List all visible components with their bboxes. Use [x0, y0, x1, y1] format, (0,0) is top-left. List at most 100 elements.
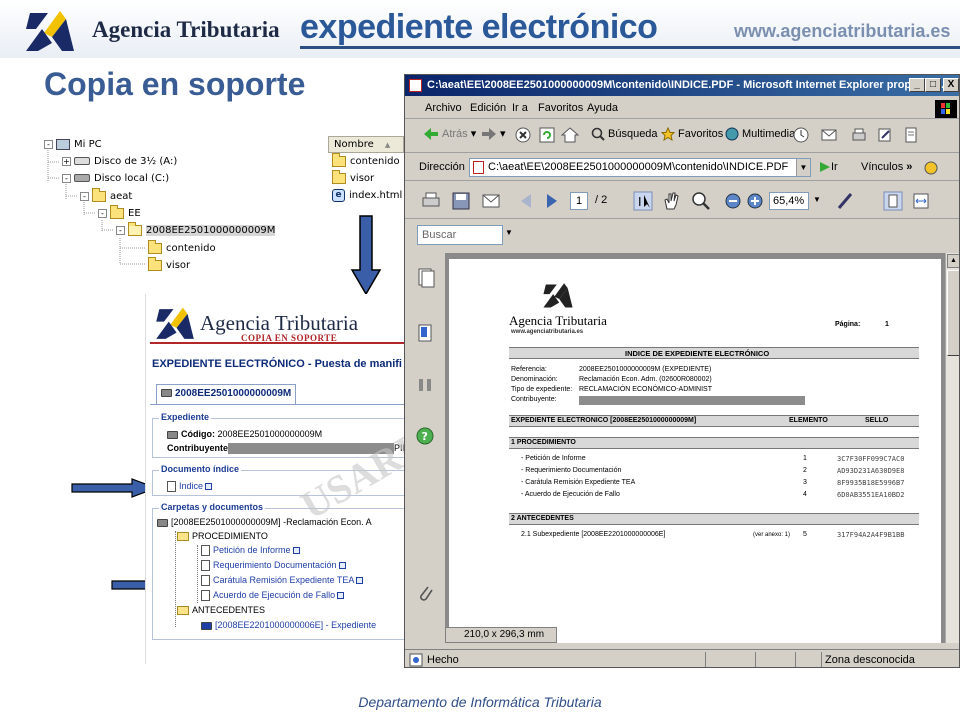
fit-width-icon[interactable] — [911, 191, 931, 211]
attachment-icon[interactable] — [415, 583, 435, 605]
document-icon[interactable] — [903, 127, 919, 143]
back-button[interactable]: Atrás ▾ — [423, 127, 476, 141]
hand-tool-icon[interactable] — [661, 191, 681, 211]
collapse-toggle[interactable]: - — [44, 139, 53, 149]
multimedia-button[interactable]: Multimedia — [725, 127, 795, 141]
tree-node-ee[interactable]: - EE — [98, 204, 141, 221]
multimedia-icon — [725, 127, 739, 141]
field-label: Referencia: — [511, 366, 547, 373]
pen-tool-icon[interactable] — [835, 191, 855, 211]
search-button[interactable]: Búsqueda — [591, 127, 658, 141]
carpeta-root[interactable]: [2008EE2501000000009M] -Reclamación Econ… — [157, 517, 372, 527]
refresh-icon[interactable] — [539, 127, 555, 143]
menu-bar: Archivo Edición Ir a Favoritos Ayuda — [405, 99, 959, 119]
section-title: Carpetas y documentos — [159, 502, 266, 512]
expand-toggle[interactable]: + — [62, 156, 71, 166]
zoom-level-input[interactable]: 65,4% — [769, 192, 809, 210]
doc-acuerdo[interactable]: Acuerdo de Ejecución de Fallo — [201, 590, 345, 602]
page-number-input[interactable]: 1 — [570, 192, 588, 210]
edit-icon[interactable] — [877, 127, 893, 143]
folder-antecedentes[interactable]: ANTECEDENTES — [177, 605, 265, 616]
file-item-contenido[interactable]: contenido — [328, 152, 404, 170]
stop-icon[interactable] — [515, 127, 531, 143]
tree-node-label: aeat — [110, 191, 133, 202]
file-item-visor[interactable]: visor — [328, 169, 404, 187]
file-list[interactable]: Nombre ▲ contenido visor e index.html — [328, 136, 404, 212]
vertical-scrollbar[interactable]: ▲ — [945, 253, 959, 643]
tree-node-contenido[interactable]: contenido — [148, 239, 216, 256]
doc-peticion-informe[interactable]: Petición de Informe — [201, 545, 300, 557]
row-element: 2 — [803, 467, 807, 474]
signatures-panel-icon[interactable] — [415, 373, 435, 395]
tree-node-mi-pc[interactable]: - Mi PC — [44, 138, 102, 152]
status-divider — [821, 652, 822, 667]
document-icon — [201, 590, 210, 602]
save-icon[interactable] — [451, 191, 471, 211]
fit-page-icon[interactable] — [883, 191, 903, 211]
zoom-tool-icon[interactable] — [691, 191, 711, 211]
folder-procedimiento[interactable]: PROCEDIMIENTO — [177, 531, 268, 542]
close-button[interactable]: X — [943, 78, 959, 92]
history-icon[interactable] — [793, 127, 809, 143]
collapse-toggle[interactable]: - — [80, 191, 89, 201]
column-header-nombre[interactable]: Nombre ▲ — [328, 136, 404, 153]
zoom-in-icon[interactable] — [745, 191, 765, 211]
menu-edicion[interactable]: Edición — [470, 102, 506, 114]
next-page-icon[interactable] — [541, 191, 561, 211]
forward-button[interactable]: ▾ — [481, 127, 506, 141]
expediente-portal: Agencia Tributaria COPIA EN SOPORTE EXPE… — [145, 294, 407, 664]
folder-label: PROCEDIMIENTO — [192, 531, 268, 541]
dropdown-arrow-icon[interactable]: ▼ — [796, 159, 810, 176]
file-item-index-html[interactable]: e index.html — [328, 187, 404, 204]
document-icon — [201, 560, 210, 572]
collapse-toggle[interactable]: - — [98, 208, 107, 218]
favorites-button[interactable]: Favoritos — [661, 127, 723, 141]
print-icon[interactable] — [421, 191, 441, 211]
menu-favoritos[interactable]: Favoritos — [538, 102, 583, 114]
menu-archivo[interactable]: Archivo — [425, 102, 462, 114]
bookmarks-panel-icon[interactable] — [415, 323, 435, 345]
tree-node-aeat[interactable]: - aeat — [80, 187, 133, 204]
tab-expediente[interactable]: 2008EE2501000000009M — [156, 384, 296, 404]
minimize-button[interactable]: _ — [909, 78, 925, 92]
menu-ayuda[interactable]: Ayuda — [587, 102, 618, 114]
norton-icon[interactable] — [923, 160, 939, 176]
pdf-viewport[interactable]: Agencia Tributaria www.agenciatributaria… — [445, 253, 945, 643]
table-header-col3: SELLO — [865, 417, 889, 424]
tab-label: 2008EE2501000000009M — [175, 388, 292, 399]
zoom-out-icon[interactable] — [723, 191, 743, 211]
collapse-toggle[interactable]: - — [62, 173, 71, 183]
pdf-sidebar: ? — [405, 253, 445, 643]
home-icon[interactable] — [561, 127, 579, 143]
scroll-up-icon[interactable]: ▲ — [947, 254, 959, 268]
go-button[interactable]: Ir — [819, 161, 838, 173]
scrollbar-thumb[interactable] — [947, 270, 959, 356]
email-icon[interactable] — [481, 191, 501, 211]
search-input[interactable]: Buscar — [417, 225, 503, 245]
previous-page-icon[interactable] — [517, 191, 537, 211]
collapse-toggle[interactable]: - — [116, 225, 125, 235]
tree-node-disco-local[interactable]: - Disco local (C:) — [62, 172, 169, 186]
tree-node-floppy[interactable]: + Disco de 3½ (A:) — [62, 155, 177, 169]
select-text-icon[interactable]: I — [633, 191, 653, 211]
doc-requerimiento[interactable]: Requerimiento Documentación — [201, 560, 346, 572]
doc-caratula[interactable]: Carátula Remisión Expediente TEA — [201, 575, 364, 587]
folder-tree[interactable]: - Mi PC + Disco de 3½ (A:) - Disco local (C… — [40, 132, 316, 276]
subexpediente-link[interactable]: [2008EE2201000000006E] - Expediente — [201, 620, 376, 630]
tree-node-visor[interactable]: visor — [148, 256, 190, 273]
search-dropdown-icon[interactable]: ▼ — [505, 228, 513, 237]
address-input[interactable]: C:\aeat\EE\2008EE2501000000009M\contenid… — [469, 158, 811, 177]
page-total: / 2 — [595, 194, 608, 206]
links-button[interactable]: Vínculos » — [861, 161, 912, 173]
window-titlebar[interactable]: C:\aeat\EE\2008EE2501000000009M\contenid… — [405, 75, 959, 96]
zoom-dropdown-icon[interactable]: ▼ — [813, 195, 821, 204]
tree-node-expediente[interactable]: - 2008EE2501000000009M — [116, 221, 276, 238]
menu-ir-a[interactable]: Ir a — [512, 102, 528, 114]
mail-icon[interactable] — [821, 127, 837, 143]
indice-link[interactable]: Indice — [167, 481, 213, 493]
pages-panel-icon[interactable] — [415, 267, 435, 289]
maximize-button[interactable]: □ — [925, 78, 941, 92]
tab-underline — [150, 404, 407, 405]
print-icon[interactable] — [851, 127, 867, 143]
help-icon[interactable]: ? — [415, 425, 435, 447]
